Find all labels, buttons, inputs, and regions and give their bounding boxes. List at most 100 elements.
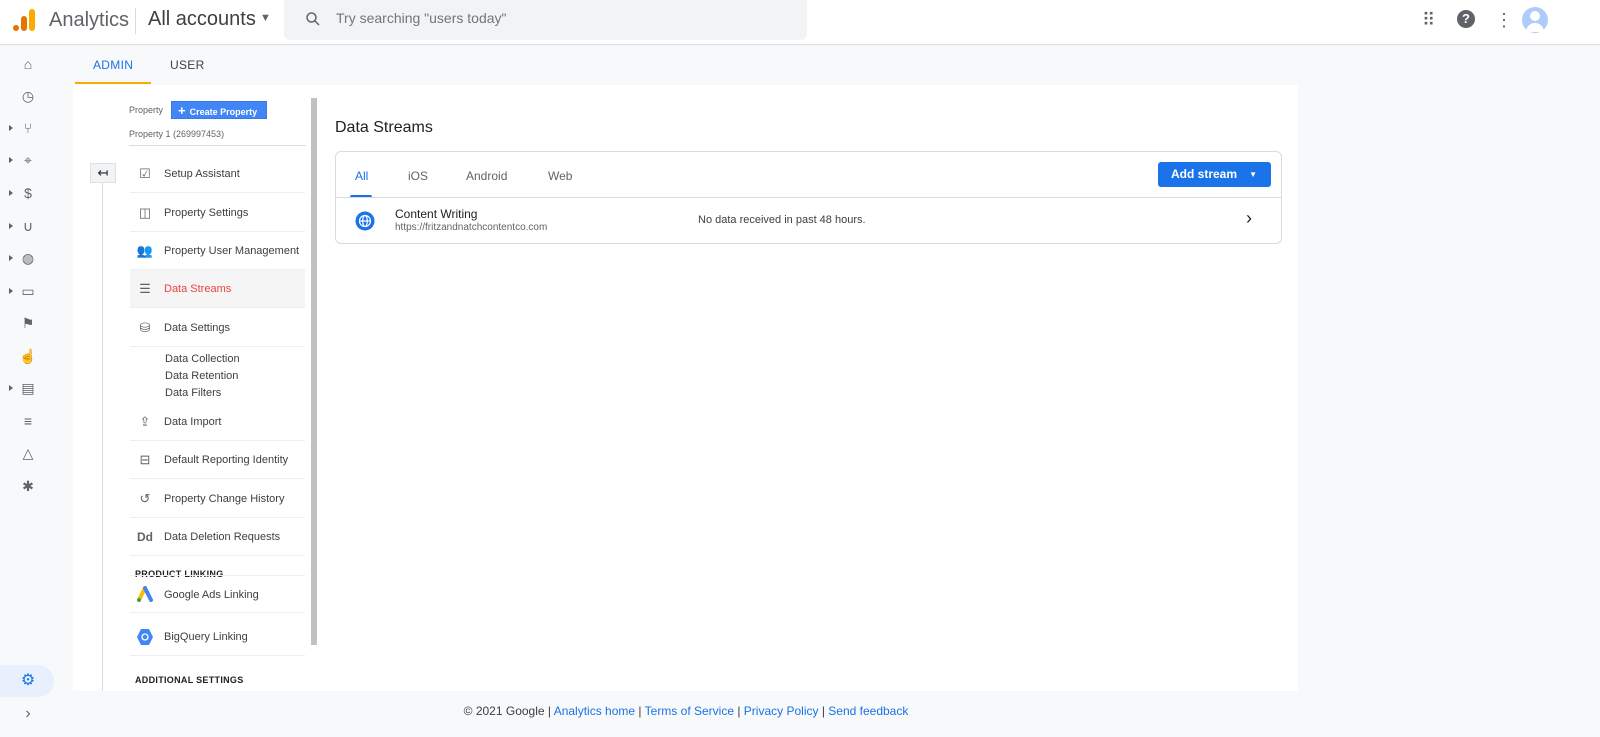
brand-name: Analytics [49,9,130,31]
tab-underline [75,82,151,84]
menu-label: BigQuery Linking [164,631,248,643]
tab-admin[interactable]: ADMIN [93,58,133,72]
tab-user[interactable]: USER [170,58,205,72]
add-stream-label: Add stream [1171,167,1238,181]
menu-property-settings[interactable]: ◫ Property Settings [130,194,305,232]
devices-icon[interactable]: ▭ [18,281,38,301]
history-icon: ↺ [139,491,151,506]
stream-row[interactable]: Content Writing https://fritzandnatchcon… [336,198,1281,244]
stream-tab-web[interactable]: Web [548,169,572,183]
add-stream-button[interactable]: Add stream ▼ [1158,162,1271,187]
magnet-icon[interactable]: ∪ [18,216,38,236]
menu-property-change-history[interactable]: ↺ Property Change History [130,480,305,518]
more-vert-icon[interactable]: ⋮ [1495,10,1513,31]
terms-link[interactable]: Terms of Service [645,704,734,718]
stream-name: Content Writing [395,207,478,221]
menu-data-import[interactable]: ⇪ Data Import [130,403,305,441]
dollar-icon[interactable]: $ [18,183,38,203]
stream-url: https://fritzandnatchcontentco.com [395,222,548,233]
search-bar[interactable] [284,0,807,40]
identity-icon: ⊟ [139,452,151,467]
streams-icon: ☰ [139,281,151,296]
flag-icon[interactable]: ⚑ [18,313,38,333]
avatar[interactable] [1522,7,1548,33]
submenu-data-filters[interactable]: Data Filters [165,387,221,399]
upload-icon: ⇪ [139,414,151,429]
menu-label: Default Reporting Identity [164,454,289,466]
menu-data-settings[interactable]: ⛁ Data Settings [130,309,305,347]
plus-icon: + [178,103,186,118]
chevron-right-icon[interactable]: › [1246,208,1252,229]
acquisition-icon[interactable]: ⑂ [18,118,38,138]
submenu-data-collection[interactable]: Data Collection [165,353,240,365]
left-nav-rail: ⌂ ◷ ⑂ ⌖ $ ∪ ◍ ▭ ⚑ ☝ ▤ ≡ △ ✱ ⚙ › [0,46,55,737]
shapes-icon[interactable]: △ [18,443,38,463]
menu-google-ads-linking[interactable]: Google Ads Linking [130,575,305,613]
menu-label: Data Deletion Requests [164,531,281,543]
search-icon [306,12,320,26]
menu-bigquery-linking[interactable]: BigQuery Linking [130,618,305,656]
globe-icon[interactable]: ◍ [18,248,38,268]
tag-icon[interactable]: ⌖ [18,150,38,170]
privacy-link[interactable]: Privacy Policy [744,704,819,718]
bigquery-icon [137,629,153,645]
caret-down-icon[interactable]: ▼ [260,12,271,24]
debug-icon[interactable]: ✱ [18,476,38,496]
submenu-data-retention[interactable]: Data Retention [165,370,238,382]
google-ads-icon [137,586,153,602]
stream-tab-android[interactable]: Android [466,169,507,183]
home-icon[interactable]: ⌂ [18,54,38,74]
collapse-back-button[interactable]: ↤ [90,163,116,183]
database-icon: ⛁ [139,320,151,335]
globe-icon [355,211,375,231]
menu-label: Property User Management [164,245,300,257]
admin-panel: ↤ Property + Create Property Property 1 (… [73,85,1298,691]
menu-property-user-management[interactable]: 👥 Property User Management [130,232,305,270]
top-bar: Analytics All accounts ▼ ⠿ ? ⋮ [0,0,1600,45]
property-name[interactable]: Property 1 (269997453) [129,129,224,139]
user-list-icon[interactable]: ≡ [18,411,38,431]
caret-down-icon: ▼ [1249,170,1257,179]
menu-data-deletion-requests[interactable]: Dd Data Deletion Requests [130,518,305,556]
menu-label: Data Streams [164,283,232,295]
menu-label: Data Settings [164,322,231,334]
property-label: Property [129,105,164,115]
menu-label: Setup Assistant [164,168,240,180]
people-icon: 👥 [136,243,154,258]
touch-icon[interactable]: ☝ [18,346,38,366]
menu-label: Google Ads Linking [164,589,259,601]
apps-icon[interactable]: ⠿ [1422,10,1435,31]
menu-label: Property Settings [164,207,249,219]
footer: © 2021 Google | Analytics home | Terms o… [463,704,909,718]
divider [135,8,136,34]
menu-setup-assistant[interactable]: ☑ Setup Assistant [130,155,305,193]
menu-default-reporting-identity[interactable]: ⊟ Default Reporting Identity [130,441,305,479]
stream-status: No data received in past 48 hours. [698,214,866,226]
menu-label: Property Change History [164,493,285,505]
help-icon[interactable]: ? [1457,10,1475,28]
stream-tab-ios[interactable]: iOS [408,169,428,183]
analytics-logo [13,9,35,31]
divider [129,145,306,146]
additional-settings-heading: ADDITIONAL SETTINGS [135,675,244,686]
scrollbar[interactable] [311,98,317,645]
nav-line [102,175,103,691]
create-property-button[interactable]: + Create Property [171,101,267,119]
copyright: © 2021 Google [463,704,545,718]
analytics-home-link[interactable]: Analytics home [554,704,635,718]
report-search-icon[interactable]: ▤ [18,378,38,398]
layout-icon: ◫ [138,205,152,220]
menu-data-streams[interactable]: ☰ Data Streams [130,270,305,308]
send-feedback-link[interactable]: Send feedback [828,704,908,718]
create-property-label: Create Property [189,107,258,117]
menu-label: Data Import [164,416,222,428]
stream-tab-all[interactable]: All [355,169,368,183]
expand-chevron-icon[interactable]: › [18,704,38,724]
account-selector[interactable]: All accounts [148,8,256,31]
page-title: Data Streams [335,119,433,136]
streams-card: All iOS Android Web Add stream ▼ Content … [335,151,1282,244]
checklist-icon: ☑ [139,166,151,181]
gear-icon[interactable]: ⚙ [18,671,38,691]
clock-icon[interactable]: ◷ [18,86,38,106]
search-input[interactable] [336,10,736,26]
